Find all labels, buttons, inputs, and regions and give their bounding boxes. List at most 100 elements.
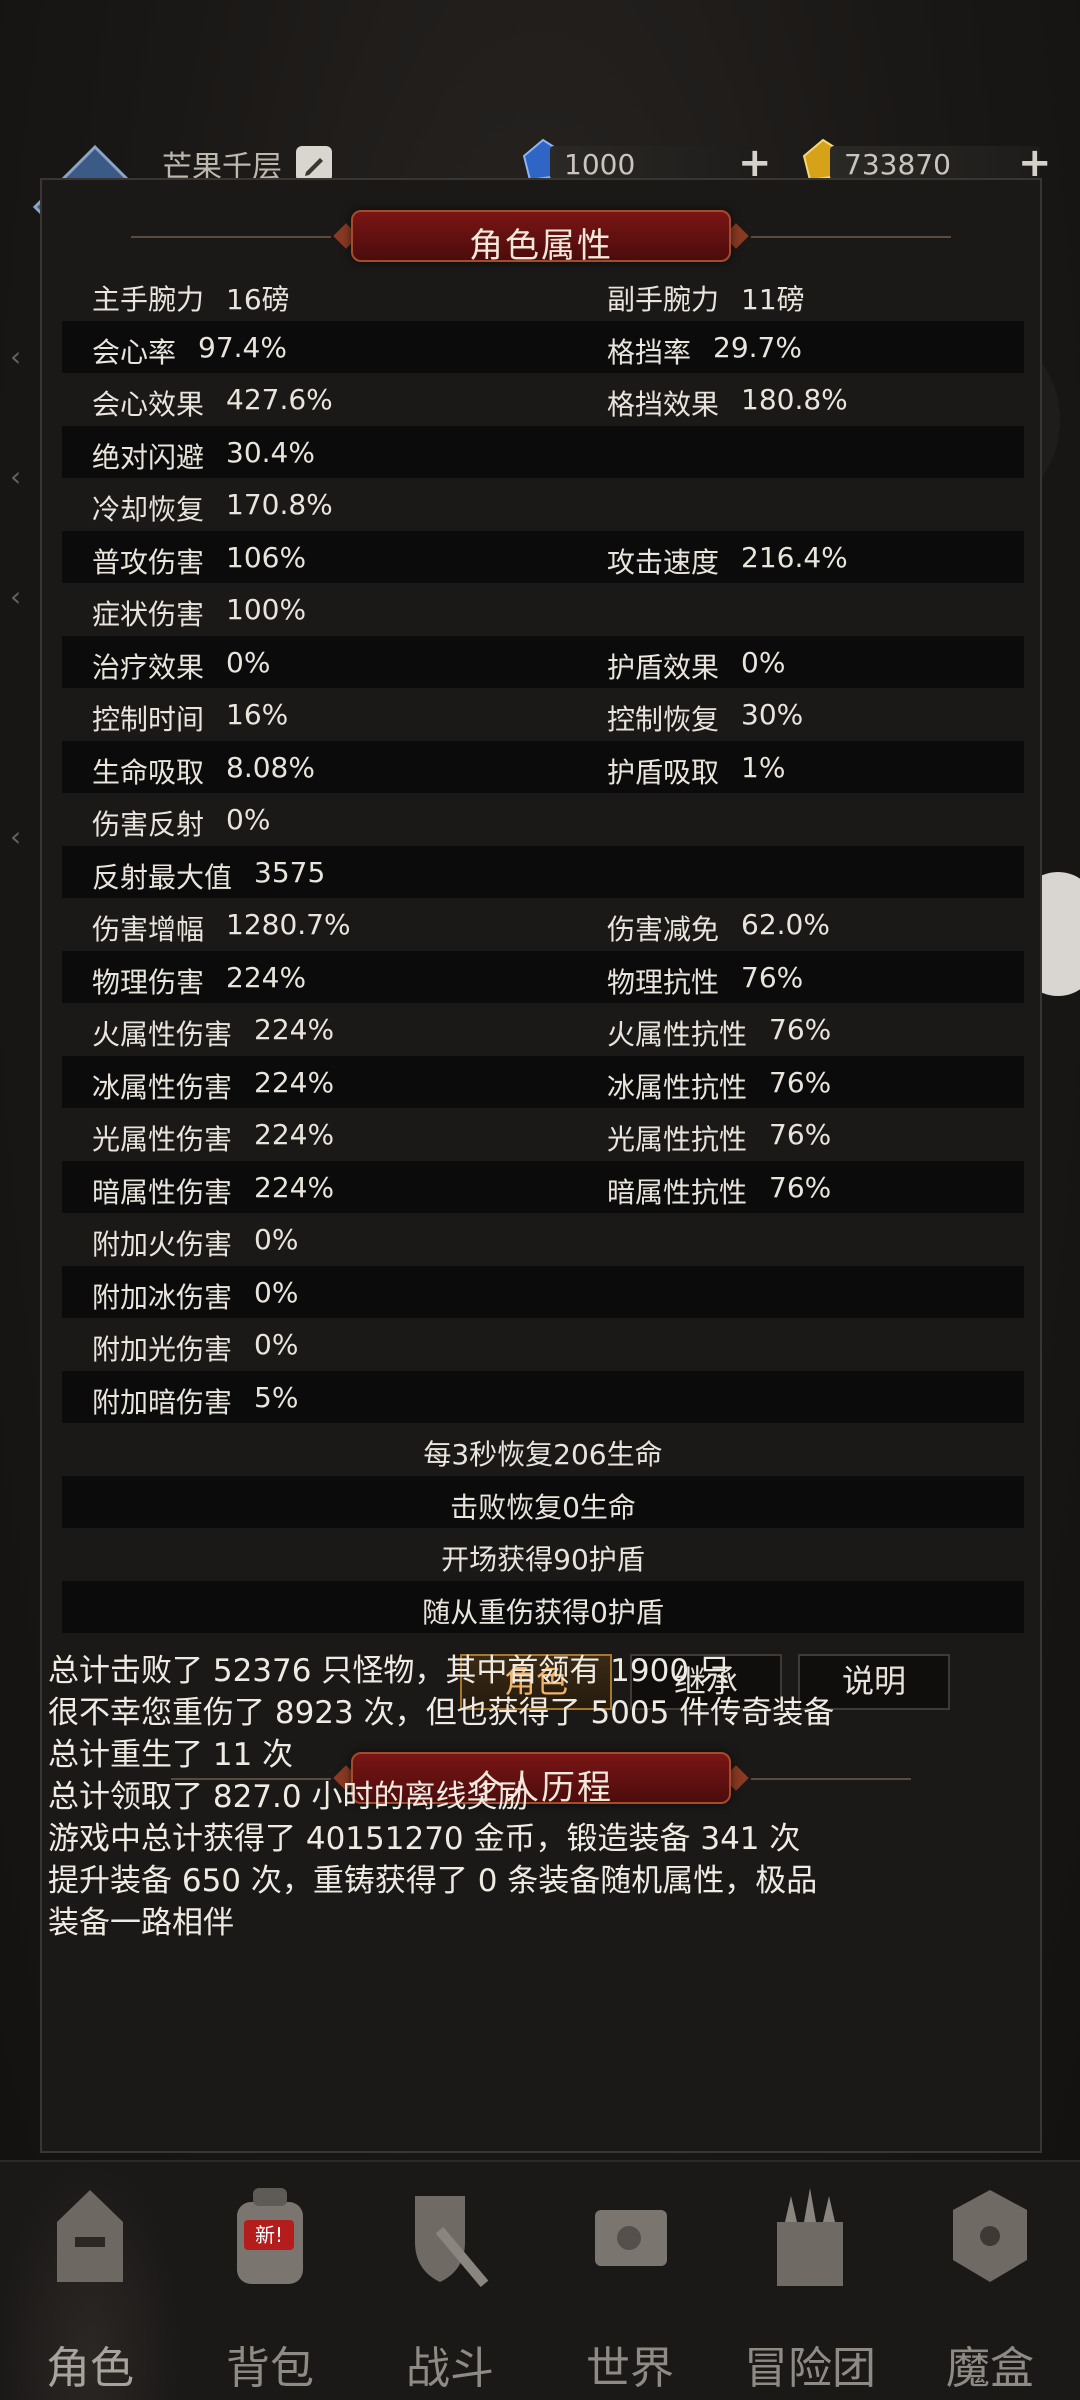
edit-icon[interactable]	[296, 146, 332, 182]
summary-text: 随从重伤获得0护盾	[422, 1595, 664, 1629]
attribute-value: 180.8%	[741, 383, 848, 416]
attribute-label: 光属性抗性	[607, 1123, 748, 1156]
attribute-label: 附加火伤害	[92, 1228, 233, 1261]
attribute-value: 106%	[226, 540, 307, 574]
attribute-label: 冷却恢复	[92, 493, 205, 526]
cube-box-icon	[953, 2190, 1027, 2282]
attribute-label: 会心率	[92, 335, 177, 369]
attribute-row: 附加火伤害 0%	[62, 1213, 1024, 1266]
attribute-value: 0%	[254, 1275, 299, 1309]
history-line: 游戏中总计获得了 40151270 金币，锻造装备 341 次	[48, 1821, 801, 1857]
attribute-value: 30.4%	[226, 435, 315, 469]
nav-item[interactable]: 新! 背包	[180, 2162, 360, 2400]
attribute-row: 冰属性伤害 224% 冰属性抗性 76%	[62, 1055, 1024, 1108]
attribute-value: 224%	[254, 1013, 335, 1046]
attributes-title: 角色属性	[469, 226, 613, 266]
attribute-label: 物理伤害	[92, 965, 205, 999]
attribute-label: 症状伤害	[92, 598, 205, 631]
summary-row: 击败恢复0生命	[62, 1475, 1024, 1528]
attribute-label: 火属性伤害	[92, 1018, 233, 1051]
summary-text: 每3秒恢复206生命	[423, 1438, 663, 1471]
attribute-value: 3575	[254, 855, 326, 889]
attribute-row: 火属性伤害 224% 火属性抗性 76%	[62, 1003, 1024, 1056]
attribute-label: 伤害增幅	[92, 913, 205, 946]
attributes-title-banner: 角色属性	[131, 210, 951, 266]
attribute-value: 16%	[226, 698, 289, 731]
attribute-label: 护盾效果	[607, 650, 720, 684]
attribute-row: 伤害反射 0%	[62, 793, 1024, 846]
attribute-label: 附加暗伤害	[92, 1385, 233, 1419]
attribute-label: 伤害反射	[92, 808, 205, 841]
attribute-value: 16磅	[226, 283, 290, 316]
attribute-row: 控制时间 16% 控制恢复 30%	[62, 688, 1024, 741]
summary-row: 随从重伤获得0护盾	[62, 1580, 1024, 1633]
history-text: 总计击败了 52376 只怪物，其中首领有 1900 只很不幸您重伤了 8923…	[48, 1650, 988, 1944]
attribute-label: 附加光伤害	[92, 1333, 233, 1366]
attribute-label: 主手腕力	[92, 283, 205, 316]
attribute-label: 生命吸取	[92, 755, 205, 789]
attribute-label: 格挡率	[607, 335, 692, 369]
attribute-value: 100%	[226, 593, 307, 626]
attribute-label: 冰属性伤害	[92, 1070, 233, 1104]
nav-item[interactable]: 世界	[540, 2162, 720, 2400]
currency-blue-value: 1000	[564, 148, 636, 181]
attribute-value: 29.7%	[713, 330, 802, 364]
attribute-value: 0%	[254, 1223, 299, 1256]
summary-text: 击败恢复0生命	[450, 1490, 636, 1524]
attribute-value: 224%	[254, 1118, 335, 1151]
attribute-row: 治疗效果 0% 护盾效果 0%	[62, 635, 1024, 688]
attribute-row: 绝对闪避 30.4%	[62, 425, 1024, 478]
attribute-row: 附加光伤害 0%	[62, 1318, 1024, 1371]
history-line: 总计领取了 827.0 小时的离线奖励	[48, 1779, 529, 1815]
attribute-value: 30%	[741, 698, 804, 731]
nav-label: 冒险团	[744, 2343, 876, 2394]
chevron-left-icon: ‹	[10, 340, 22, 373]
attribute-value: 8.08%	[226, 750, 315, 784]
nav-item[interactable]: 角色	[0, 2162, 180, 2400]
nav-label: 背包	[226, 2343, 314, 2394]
chevron-left-icon: ‹	[10, 580, 22, 613]
chevron-left-icon: ‹	[10, 460, 22, 493]
attribute-row: 暗属性伤害 224% 暗属性抗性 76%	[62, 1160, 1024, 1213]
attribute-label: 控制恢复	[607, 703, 720, 736]
attribute-label: 反射最大值	[92, 860, 233, 894]
nav-item[interactable]: 魔盒	[900, 2162, 1080, 2400]
attribute-row: 附加暗伤害 5%	[62, 1370, 1024, 1423]
attribute-value: 97.4%	[198, 330, 287, 364]
summary-row: 开场获得90护盾	[62, 1528, 1024, 1581]
attribute-value: 216.4%	[741, 540, 848, 574]
attribute-row: 主手腕力 16磅 副手腕力 11磅	[62, 268, 1024, 321]
attribute-value: 1280.7%	[226, 908, 351, 941]
attribute-label: 普攻伤害	[92, 545, 205, 579]
bottom-nav: 角色 新! 背包 战斗 世界 冒险团 魔盒	[0, 2160, 1080, 2400]
attribute-value: 0%	[226, 645, 271, 679]
attribute-row: 普攻伤害 106% 攻击速度 216.4%	[62, 530, 1024, 583]
attribute-value: 427.6%	[226, 383, 333, 416]
attribute-label: 附加冰伤害	[92, 1280, 233, 1314]
shield-sword-icon	[415, 2196, 489, 2288]
attribute-value: 11磅	[741, 283, 805, 316]
attribute-row: 物理伤害 224% 物理抗性 76%	[62, 950, 1024, 1003]
summary-row: 每3秒恢复206生命	[62, 1423, 1024, 1476]
nav-item[interactable]: 冒险团	[720, 2162, 900, 2400]
castle-icon	[777, 2188, 843, 2286]
history-line: 总计重生了 11 次	[48, 1737, 294, 1773]
history-line: 提升装备 650 次，重铸获得了 0 条装备随机属性，极品	[48, 1863, 818, 1899]
attribute-label: 暗属性抗性	[607, 1175, 748, 1209]
attribute-label: 护盾吸取	[607, 755, 720, 789]
attribute-value: 0%	[254, 1328, 299, 1361]
attribute-row: 反射最大值 3575	[62, 845, 1024, 898]
nav-label: 角色	[46, 2343, 134, 2394]
map-scroll-icon	[595, 2210, 667, 2266]
attribute-label: 光属性伤害	[92, 1123, 233, 1156]
history-line: 很不幸您重伤了 8923 次，但也获得了 5005 件传奇装备	[48, 1695, 835, 1731]
attribute-row: 会心率 97.4% 格挡率 29.7%	[62, 320, 1024, 373]
attribute-row: 症状伤害 100%	[62, 583, 1024, 636]
attribute-label: 伤害减免	[607, 913, 720, 946]
attribute-row: 生命吸取 8.08% 护盾吸取 1%	[62, 740, 1024, 793]
attribute-value: 76%	[769, 1065, 832, 1099]
attribute-value: 0%	[226, 803, 271, 836]
attribute-value: 76%	[741, 960, 804, 994]
attribute-label: 会心效果	[92, 388, 205, 421]
nav-item[interactable]: 战斗	[360, 2162, 540, 2400]
